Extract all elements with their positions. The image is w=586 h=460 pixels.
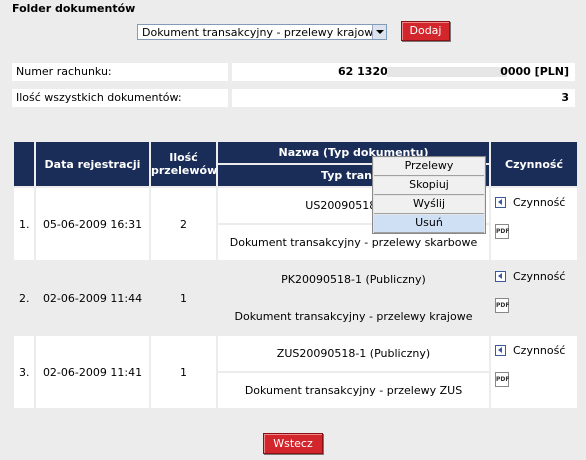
pdf-icon[interactable]: PDF bbox=[495, 224, 509, 239]
row-action-cell: Czynność PDF bbox=[491, 262, 577, 334]
action-arrow-icon[interactable] bbox=[495, 345, 506, 356]
row-document-type: Dokument transakcyjny - przelewy krajowe bbox=[218, 299, 489, 334]
masked-account-digits bbox=[387, 67, 507, 77]
row-action-cell: Czynność PDF bbox=[491, 336, 577, 408]
row-date: 02-06-2009 11:44 bbox=[36, 262, 149, 334]
menu-item-wyslij[interactable]: Wyślij bbox=[374, 196, 484, 214]
account-label: Numer rachunku: bbox=[12, 63, 228, 81]
row-action-cell: Czynność PDF bbox=[491, 188, 577, 260]
document-type-select-value: Dokument transakcyjny - przelewy krajowe bbox=[142, 26, 380, 39]
header-action: Czynność bbox=[491, 142, 577, 186]
account-number-suffix: 0000 [PLN] bbox=[500, 65, 569, 78]
table-row: 1. 05-06-2009 16:31 2 US20090518-1 (P Cz… bbox=[14, 188, 577, 260]
row-number: 1. bbox=[14, 188, 34, 260]
action-arrow-icon[interactable] bbox=[495, 197, 506, 208]
header-no bbox=[14, 142, 34, 186]
documents-table: Data rejestracji Ilość przelewów Nazwa (… bbox=[12, 140, 579, 410]
action-link[interactable]: Czynność bbox=[513, 270, 565, 283]
account-value-field: 62 1320 0000 [PLN] bbox=[232, 63, 575, 81]
row-document-type: Dokument transakcyjny - przelewy ZUS bbox=[218, 373, 489, 408]
pdf-icon[interactable]: PDF bbox=[495, 372, 509, 387]
header-transfers[interactable]: Ilość przelewów bbox=[151, 142, 217, 186]
account-number-prefix: 62 1320 bbox=[338, 65, 388, 78]
row-document-name[interactable]: PK20090518-1 (Publiczny) bbox=[218, 262, 489, 297]
menu-item-usun[interactable]: Usuń bbox=[374, 215, 484, 233]
document-count-label: Ilość wszystkich dokumentów: bbox=[12, 89, 228, 107]
row-transfers: 2 bbox=[151, 188, 216, 260]
action-link[interactable]: Czynność bbox=[513, 344, 565, 357]
row-date: 02-06-2009 11:41 bbox=[36, 336, 149, 408]
document-count-value: 3 bbox=[232, 89, 575, 107]
row-date: 05-06-2009 16:31 bbox=[36, 188, 149, 260]
row-document-name[interactable]: ZUS20090518-1 (Publiczny) bbox=[218, 336, 489, 371]
page-title: Folder dokumentów bbox=[12, 2, 136, 15]
row-number: 3. bbox=[14, 336, 34, 408]
table-row: 2. 02-06-2009 11:44 1 PK20090518-1 (Publ… bbox=[14, 262, 577, 334]
row-transfers: 1 bbox=[151, 262, 216, 334]
menu-item-przelewy[interactable]: Przelewy bbox=[374, 158, 484, 176]
document-type-select[interactable]: Dokument transakcyjny - przelewy krajowe bbox=[137, 24, 387, 40]
back-button[interactable]: Wstecz bbox=[263, 433, 323, 454]
menu-item-skopiuj[interactable]: Skopiuj bbox=[374, 177, 484, 195]
action-arrow-icon[interactable] bbox=[495, 271, 506, 282]
table-row: 3. 02-06-2009 11:41 1 ZUS20090518-1 (Pub… bbox=[14, 336, 577, 408]
action-link[interactable]: Czynność bbox=[513, 196, 565, 209]
add-button[interactable]: Dodaj bbox=[401, 21, 450, 41]
pdf-icon[interactable]: PDF bbox=[495, 298, 509, 313]
row-transfers: 1 bbox=[151, 336, 216, 408]
context-menu: Przelewy Skopiuj Wyślij Usuń bbox=[372, 156, 486, 234]
chevron-down-icon[interactable] bbox=[372, 25, 386, 39]
header-date[interactable]: Data rejestracji bbox=[36, 142, 149, 186]
row-number: 2. bbox=[14, 262, 34, 334]
